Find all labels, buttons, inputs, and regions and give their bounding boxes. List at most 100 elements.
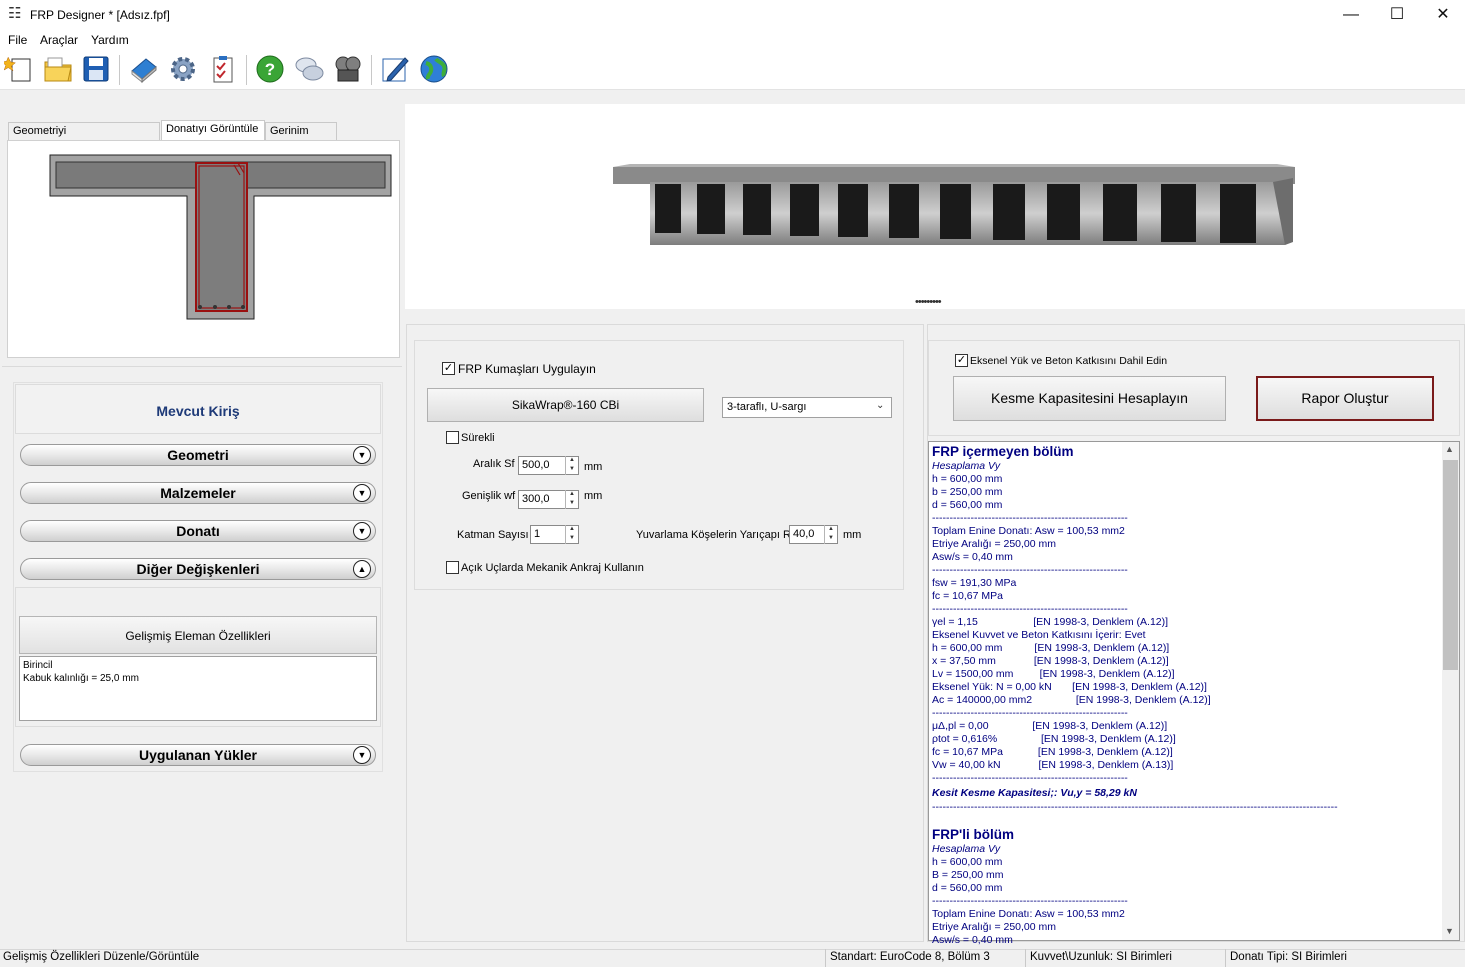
spinner-arrows-icon[interactable]: ▲ ▼ — [565, 456, 578, 475]
scroll-thumb[interactable] — [1443, 460, 1458, 670]
spacing-label: Aralık Sf — [473, 458, 515, 470]
result-line: Vw = 40,00 kN [EN 1998-3, Denklem (A.13)… — [932, 759, 1174, 771]
film-reel-icon[interactable] — [332, 53, 364, 85]
menu-araclar[interactable]: Araçlar — [40, 33, 78, 47]
toolbar-separator — [119, 55, 120, 85]
section-drawing — [7, 140, 400, 358]
axial-load-label: Eksenel Yük ve Beton Katkısını Dahil Edi… — [970, 355, 1168, 367]
help-icon[interactable]: ? — [254, 53, 286, 85]
tab-reinforcement[interactable]: Donatıyı Görüntüle — [161, 120, 265, 141]
book-icon[interactable] — [128, 53, 160, 85]
maximize-button[interactable]: ☐ — [1374, 0, 1420, 30]
result-line: μΔ,pl = 0,00 [EN 1998-3, Denklem (A.12)] — [932, 720, 1168, 732]
result-line: ----------------------------------------… — [932, 707, 1128, 719]
close-button[interactable]: ✕ — [1420, 0, 1465, 30]
frp-strips — [655, 184, 1256, 243]
frp-product-button[interactable]: SikaWrap®-160 CBi — [427, 388, 704, 422]
title-bar — [0, 0, 1465, 30]
result-line: fc = 10,67 MPa [EN 1998-3, Denklem (A.12… — [932, 746, 1173, 758]
wrap-type-value: 3-taraflı, U-sargı — [727, 401, 807, 413]
spinner-arrows-icon[interactable]: ▲ ▼ — [824, 525, 837, 544]
result-line: Hesaplama Vy — [932, 843, 1001, 855]
menu-file[interactable]: File — [8, 33, 27, 47]
results-lines: FRP içermeyen bölüm Hesaplama Vy h = 600,0… — [932, 444, 1432, 947]
spinner-arrows-icon[interactable]: ▲ ▼ — [565, 490, 578, 509]
layers-value: 1 — [534, 528, 541, 540]
result-line: x = 37,50 mm [EN 1998-3, Denklem (A.12)] — [932, 655, 1169, 667]
result-line — [932, 814, 1432, 827]
splitter-handle[interactable]: ••••••••• — [915, 296, 942, 308]
result-line: d = 560,00 mm — [932, 499, 1003, 511]
chevron-down-icon[interactable]: ▼ — [353, 746, 371, 764]
chevron-up-icon[interactable]: ▲ — [353, 560, 371, 578]
result-line: fc = 10,67 MPa — [932, 590, 1003, 602]
chevron-down-icon[interactable]: ▼ — [353, 484, 371, 502]
result-line: ----------------------------------------… — [932, 603, 1128, 615]
spinner-arrows-icon[interactable]: ▲ ▼ — [565, 525, 578, 544]
layers-label: Katman Sayısı — [457, 529, 529, 541]
result-line: FRP içermeyen bölüm — [932, 444, 1074, 459]
accordion-rebar-label: Donatı — [176, 523, 220, 539]
radius-unit: mm — [843, 529, 862, 541]
accordion-applied-loads-label: Uygulanan Yükler — [138, 747, 257, 763]
open-folder-icon[interactable] — [42, 53, 74, 85]
pen-edit-icon[interactable] — [379, 53, 411, 85]
chat-icon[interactable] — [293, 53, 325, 85]
result-line: Hesaplama Vy — [932, 460, 1001, 472]
axial-load-checkbox[interactable]: ✓ — [955, 354, 968, 367]
continuous-checkbox[interactable] — [446, 431, 459, 444]
result-line: Eksenel Yük: N = 0,00 kN [EN 1998-3, Den… — [932, 681, 1207, 693]
result-line: d = 560,00 mm — [932, 882, 1003, 894]
status-standard: Standart: EuroCode 8, Bölüm 3 — [830, 951, 990, 963]
result-line: Etriye Aralığı = 250,00 mm — [932, 921, 1057, 933]
apply-frp-checkbox[interactable]: ✓ — [442, 362, 455, 375]
result-line: h = 600,00 mm — [932, 856, 1003, 868]
globe-icon[interactable] — [418, 53, 450, 85]
result-line: Asw/s = 0,40 mm — [932, 934, 1013, 946]
menu-yardim[interactable]: Yardım — [91, 33, 129, 47]
continuous-label: Sürekli — [461, 432, 495, 444]
spacing-unit: mm — [584, 461, 603, 473]
result-line: Lv = 1500,00 mm [EN 1998-3, Denklem (A.1… — [932, 668, 1175, 680]
status-rebar-type: Donatı Tipi: SI Birimleri — [1230, 951, 1347, 963]
chevron-down-icon[interactable]: ▼ — [353, 522, 371, 540]
result-line: Toplam Enine Donatı: Asw = 100,53 mm2 — [932, 908, 1125, 920]
width-unit: mm — [584, 490, 603, 502]
checklist-icon[interactable] — [207, 53, 239, 85]
result-line: h = 600,00 mm — [932, 473, 1003, 485]
calculate-shear-button[interactable]: Kesme Kapasitesini Hesaplayın — [953, 376, 1226, 421]
wrap-type-select[interactable]: 3-taraflı, U-sargı — [722, 397, 892, 418]
advanced-text-line: Kabuk kalınlığı = 25,0 mm — [23, 673, 139, 684]
result-line: ρtot = 0,616% [EN 1998-3, Denklem (A.12)… — [932, 733, 1176, 745]
result-line: b = 250,00 mm — [932, 486, 1003, 498]
result-line: ----------------------------------------… — [932, 895, 1128, 907]
result-line: Etriye Aralığı = 250,00 mm — [932, 538, 1057, 550]
status-separator — [825, 949, 826, 967]
anchor-checkbox[interactable] — [446, 561, 459, 574]
tab-geometry[interactable]: Geometriyi Düzenle/Görüntüle — [8, 122, 160, 154]
accordion-materials-label: Malzemeler — [160, 485, 236, 501]
beam-3d-view[interactable] — [405, 104, 1465, 309]
tab-strain-profile[interactable]: Gerinim Profili — [265, 122, 337, 154]
anchor-label: Açık Uçlarda Mekanik Ankraj Kullanın — [461, 562, 644, 574]
settings-gear-icon[interactable] — [167, 53, 199, 85]
chevron-down-icon[interactable]: ⌄ — [876, 400, 884, 411]
result-line: ----------------------------------------… — [932, 801, 1338, 813]
toolbar-separator — [371, 55, 372, 85]
result-line: FRP'li bölüm — [932, 827, 1014, 842]
result-line: Ac = 140000,00 mm2 [EN 1998-3, Denklem (… — [932, 694, 1211, 706]
width-label: Genişlik wf — [462, 490, 516, 502]
radius-value: 40,0 — [793, 528, 815, 540]
accordion-geometry-label: Geometri — [167, 447, 229, 463]
result-line: ----------------------------------------… — [932, 772, 1128, 784]
section-title: Mevcut Kiriş — [156, 403, 240, 419]
create-report-button[interactable]: Rapor Oluştur — [1256, 376, 1434, 421]
advanced-properties-button[interactable]: Gelişmiş Eleman Özellikleri — [19, 616, 377, 654]
save-icon[interactable] — [80, 53, 112, 85]
minimize-button[interactable]: — — [1328, 0, 1374, 30]
result-line: Kesit Kesme Kapasitesi;: Vu,y = 58,29 kN — [932, 787, 1137, 799]
scroll-down-icon[interactable]: ▼ — [1445, 926, 1454, 936]
new-project-icon[interactable] — [1, 53, 36, 85]
chevron-down-icon[interactable]: ▼ — [353, 446, 371, 464]
scroll-up-icon[interactable]: ▲ — [1445, 444, 1454, 454]
